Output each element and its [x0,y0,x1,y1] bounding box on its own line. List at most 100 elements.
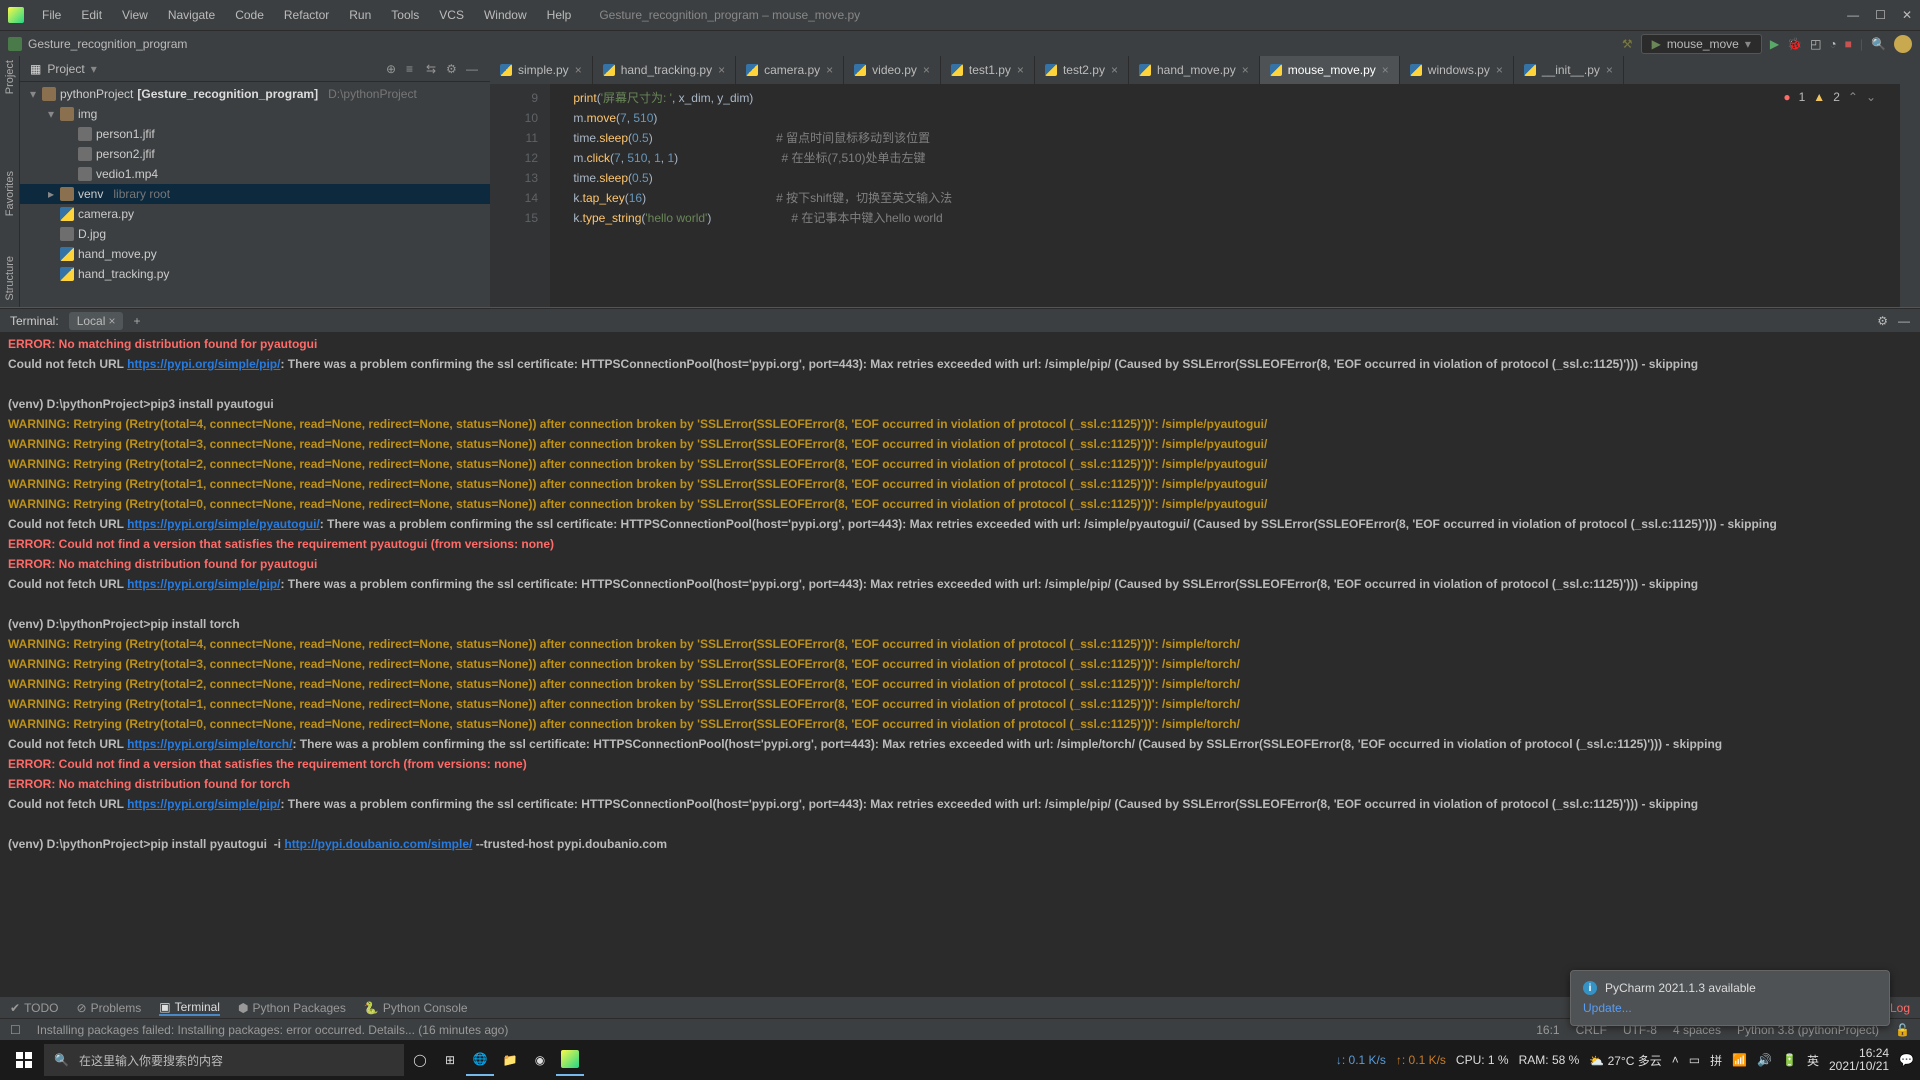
project-pane: ▦ Project ▾ ⊕ ≡ ⇆ ⚙ — ▾ pythonProject [G… [20,56,490,307]
start-button[interactable] [6,1044,42,1076]
search-placeholder: 在这里输入你要搜索的内容 [79,1052,223,1069]
editor-area: simple.py×hand_tracking.py×camera.py×vid… [490,56,1900,307]
tray-chevron-icon[interactable]: ˄ [1672,1053,1679,1067]
cpu-usage: CPU: 1 % [1456,1053,1509,1067]
maximize-button[interactable]: ☐ [1875,8,1886,22]
menu-file[interactable]: File [34,4,69,26]
tree-item[interactable]: hand_tracking.py [20,264,490,284]
terminal-output[interactable]: ERROR: No matching distribution found fo… [0,332,1920,996]
stop-button[interactable]: ■ [1845,37,1852,51]
taskbar-chrome[interactable]: ◉ [526,1044,554,1076]
breadcrumb-root[interactable]: Gesture_recognition_program [28,37,187,51]
editor-tab[interactable]: video.py× [844,56,941,84]
menu-vcs[interactable]: VCS [431,4,472,26]
tray-ime2-icon[interactable]: 英 [1807,1052,1819,1069]
menu-edit[interactable]: Edit [73,4,110,26]
collapse-all-icon[interactable]: ⇆ [426,62,440,76]
menu-code[interactable]: Code [227,4,272,26]
tool-favorites[interactable]: Favorites [4,171,16,216]
taskbar-edge[interactable]: 🌐 [466,1044,494,1076]
code-editor[interactable]: 9101112131415 print('屏幕尺寸为: ', x_dim, y_… [490,84,1900,307]
notification-update-link[interactable]: Update... [1583,1001,1877,1015]
tool-project[interactable]: Project [4,60,16,94]
tree-item[interactable]: ▸ venvlibrary root [20,184,490,204]
editor-tab[interactable]: mouse_move.py× [1260,56,1400,84]
settings-icon[interactable]: ⚙ [446,62,460,76]
notification-title: PyCharm 2021.1.3 available [1605,981,1756,995]
profile-button[interactable]: ◔ [1829,37,1836,51]
lock-icon[interactable]: 🔓 [1895,1023,1910,1037]
status-message[interactable]: Installing packages failed: Installing p… [37,1023,509,1037]
menu-navigate[interactable]: Navigate [160,4,223,26]
taskbar-pycharm[interactable] [556,1044,584,1076]
weather-widget[interactable]: ⛅ 27°C 多云 [1589,1052,1661,1069]
editor-tab[interactable]: test2.py× [1035,56,1129,84]
status-toggle-icon[interactable]: ☐ [10,1023,21,1037]
editor-tabs: simple.py×hand_tracking.py×camera.py×vid… [490,56,1900,84]
pycharm-logo-icon [8,7,24,23]
tree-item[interactable]: ▾ img [20,104,490,124]
menu-window[interactable]: Window [476,4,535,26]
run-button[interactable]: ▶ [1770,37,1779,51]
tool-todo[interactable]: ✔ TODO [10,1001,59,1015]
menu-tools[interactable]: Tools [383,4,427,26]
editor-tab[interactable]: camera.py× [736,56,844,84]
terminal-new-tab[interactable]: + [133,314,140,328]
avatar-icon[interactable] [1894,35,1912,53]
tree-item[interactable]: ▾ pythonProject [Gesture_recognition_pro… [20,84,490,104]
terminal-tab-local[interactable]: Local × [69,312,124,330]
close-button[interactable]: ✕ [1902,8,1912,22]
project-pane-header: ▦ Project ▾ ⊕ ≡ ⇆ ⚙ — [20,56,490,82]
expand-all-icon[interactable]: ≡ [406,62,420,76]
run-config-selector[interactable]: ▶ mouse_move ▾ [1641,34,1762,54]
tray-battery-icon[interactable]: 🔋 [1782,1053,1797,1067]
search-everywhere-icon[interactable]: 🔍 [1871,37,1886,51]
select-opened-file-icon[interactable]: ⊕ [386,62,400,76]
terminal-hide-icon[interactable]: — [1898,314,1910,328]
taskbar-search[interactable]: 🔍 在这里输入你要搜索的内容 [44,1044,404,1076]
tool-problems[interactable]: ⊘ Problems [77,1001,142,1015]
tool-python-console[interactable]: 🐍 Python Console [364,1001,468,1015]
update-notification[interactable]: iPyCharm 2021.1.3 available Update... [1570,970,1890,1026]
tool-terminal[interactable]: ▣ Terminal [159,1000,220,1016]
editor-tab[interactable]: hand_tracking.py× [593,56,736,84]
tree-item[interactable]: person1.jfif [20,124,490,144]
tree-item[interactable]: D.jpg [20,224,490,244]
cortana-icon[interactable]: ⊞ [436,1044,464,1076]
hide-icon[interactable]: — [466,62,480,76]
caret-position[interactable]: 16:1 [1536,1023,1559,1037]
tray-ime-icon[interactable]: 拼 [1710,1052,1722,1069]
tray-volume-icon[interactable]: 🔊 [1757,1053,1772,1067]
terminal-settings-icon[interactable]: ⚙ [1877,314,1888,328]
tray-wifi-icon[interactable]: 📶 [1732,1053,1747,1067]
tray-lang-icon[interactable]: ▭ [1689,1053,1700,1067]
tree-item[interactable]: person2.jfif [20,144,490,164]
tree-item[interactable]: vedio1.mp4 [20,164,490,184]
task-view-icon[interactable]: ◯ [406,1044,434,1076]
editor-tab[interactable]: __init__.py× [1514,56,1624,84]
tree-item[interactable]: camera.py [20,204,490,224]
minimize-button[interactable]: — [1847,8,1859,22]
code-content[interactable]: print('屏幕尺寸为: ', x_dim, y_dim) m.move(7,… [550,84,1900,307]
editor-tab[interactable]: hand_move.py× [1129,56,1260,84]
debug-button[interactable]: 🐞 [1787,37,1802,51]
menu-run[interactable]: Run [341,4,379,26]
taskbar-clock[interactable]: 16:242021/10/21 [1829,1047,1889,1073]
warning-count: 2 [1833,90,1840,104]
editor-tab[interactable]: simple.py× [490,56,593,84]
project-tree[interactable]: ▾ pythonProject [Gesture_recognition_pro… [20,82,490,307]
tool-structure[interactable]: Structure [4,256,16,301]
tree-item[interactable]: hand_move.py [20,244,490,264]
tray-notifications-icon[interactable]: 💬 [1899,1053,1914,1067]
coverage-button[interactable]: ◰ [1810,37,1821,51]
taskbar-explorer[interactable]: 📁 [496,1044,524,1076]
hammer-icon[interactable]: ⚒ [1622,37,1633,51]
inspections-widget[interactable]: ●1 ▲2 ⌃⌄ [1783,90,1876,104]
menu-view[interactable]: View [114,4,156,26]
editor-tab[interactable]: test1.py× [941,56,1035,84]
menu-help[interactable]: Help [539,4,580,26]
window-title: Gesture_recognition_program – mouse_move… [599,8,1847,22]
tool-python-packages[interactable]: ⬢ Python Packages [238,1001,346,1015]
menu-refactor[interactable]: Refactor [276,4,337,26]
editor-tab[interactable]: windows.py× [1400,56,1514,84]
